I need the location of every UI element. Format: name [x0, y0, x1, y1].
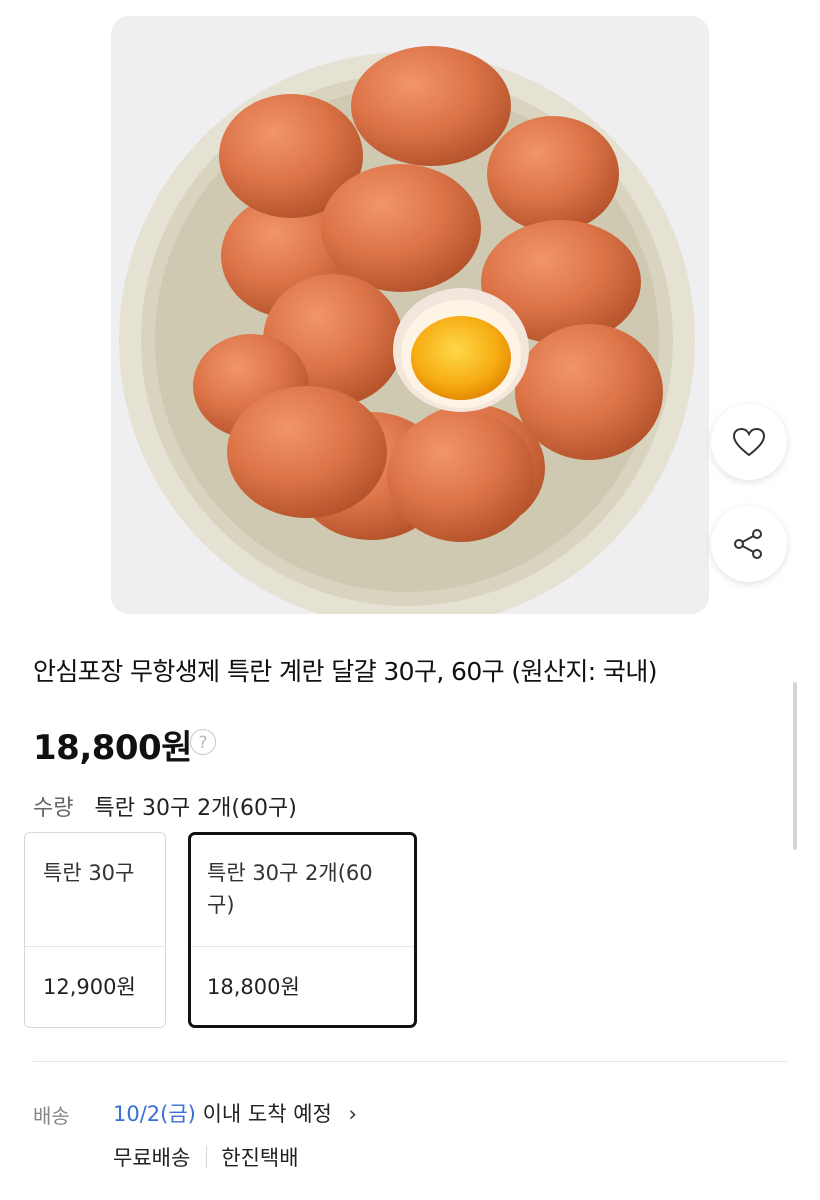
option-divider [191, 946, 414, 947]
share-icon [734, 529, 762, 559]
shipping-label: 배송 [33, 1104, 70, 1128]
shipping-carrier: 한진택배 [221, 1146, 299, 1170]
delivery-eta-text: 이내 도착 예정 [202, 1102, 332, 1126]
chevron-right-icon: › [348, 1102, 357, 1126]
product-image[interactable] [111, 16, 709, 614]
price-help-icon[interactable]: ? [190, 729, 216, 755]
option-name: 특란 30구 2개(60구) [207, 861, 373, 917]
quantity-label: 수량 [33, 796, 74, 821]
product-title: 안심포장 무항생제 특란 계란 달걀 30구, 60구 (원산지: 국내) [33, 657, 657, 686]
option-divider [25, 946, 165, 947]
delivery-estimate-link[interactable]: 10/2(금) 이내 도착 예정 › [113, 1098, 357, 1128]
quantity-row: 수량 특란 30구 2개(60구) [33, 790, 297, 822]
shipping-details: 무료배송 한진택배 [113, 1142, 299, 1172]
product-price: 18,800원 [33, 728, 192, 768]
quantity-selected-value: 특란 30구 2개(60구) [94, 796, 297, 821]
heart-icon [732, 427, 766, 457]
option-price: 12,900원 [43, 975, 136, 999]
separator [206, 1146, 208, 1168]
scrollbar[interactable] [793, 682, 797, 850]
option-card-30[interactable]: 특란 30구 12,900원 [24, 832, 166, 1028]
section-divider [33, 1061, 787, 1062]
egg-bowl-illustration [119, 46, 695, 614]
shipping-fee: 무료배송 [113, 1146, 191, 1170]
share-button[interactable] [711, 506, 787, 582]
delivery-date: 10/2(금) [113, 1102, 196, 1126]
option-name: 특란 30구 [43, 861, 135, 885]
option-card-60-selected[interactable]: 특란 30구 2개(60구) 18,800원 [188, 832, 417, 1028]
like-button[interactable] [711, 404, 787, 480]
option-price: 18,800원 [207, 975, 300, 999]
